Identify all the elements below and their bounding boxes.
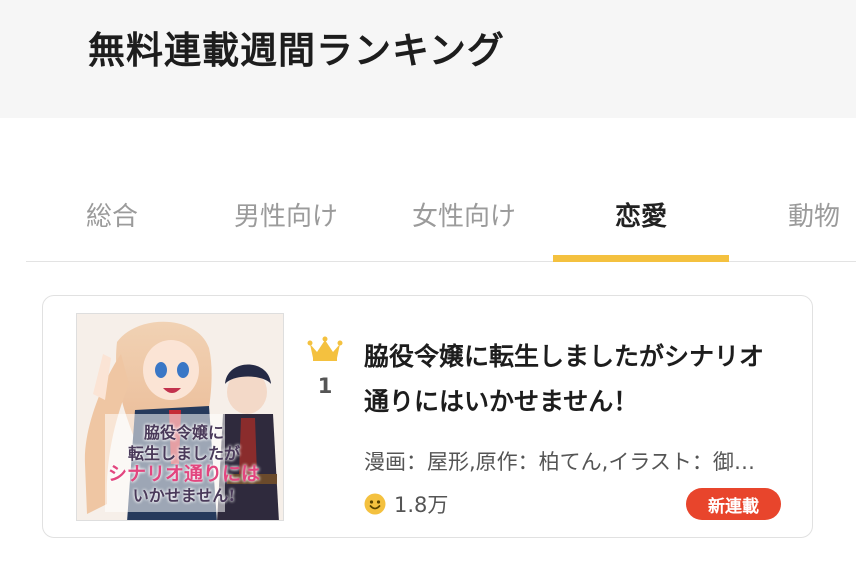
tab-label: 女性向け xyxy=(411,202,516,232)
tab-animal[interactable]: 動物 xyxy=(766,168,856,261)
tab-romance[interactable]: 恋愛 xyxy=(553,168,729,262)
category-tabs: 総合 男性向け 女性向け 恋愛 動物 xyxy=(26,168,856,262)
tab-label: 動物 xyxy=(788,202,841,232)
rank-number: 1 xyxy=(317,374,333,398)
favorites-count: 1.8万 xyxy=(364,489,448,519)
tab-all[interactable]: 総合 xyxy=(26,168,198,261)
ranking-card[interactable]: 脇役令嬢に 転生しましたが シナリオ通りには いかせません! 1 脇役令嬢に転生… xyxy=(42,295,813,538)
smile-icon xyxy=(364,493,386,515)
tab-female[interactable]: 女性向け xyxy=(376,168,552,261)
tab-male[interactable]: 男性向け xyxy=(198,168,374,261)
crown-icon xyxy=(307,336,343,361)
manga-authors: 漫画：屋形,原作：柏てん,イラスト：御子柴リョウ xyxy=(364,450,774,474)
rank-indicator: 1 xyxy=(305,336,345,398)
page-title: 無料連載週間ランキング xyxy=(88,29,505,72)
manga-title[interactable]: 脇役令嬢に転生しましたがシナリオ通りにはいかせません！ xyxy=(364,334,774,424)
tab-label: 恋愛 xyxy=(614,202,667,232)
cover-title-art: 脇役令嬢に 転生しましたが シナリオ通りには いかせません! xyxy=(107,423,260,505)
tab-label: 男性向け xyxy=(233,202,338,232)
new-series-badge: 新連載 xyxy=(686,488,781,520)
active-tab-indicator xyxy=(553,255,729,262)
favorites-value: 1.8万 xyxy=(394,493,449,517)
page-header: 無料連載週間ランキング xyxy=(0,0,856,118)
tab-label: 総合 xyxy=(85,202,138,232)
manga-cover-thumbnail[interactable]: 脇役令嬢に 転生しましたが シナリオ通りには いかせません! xyxy=(76,313,284,521)
